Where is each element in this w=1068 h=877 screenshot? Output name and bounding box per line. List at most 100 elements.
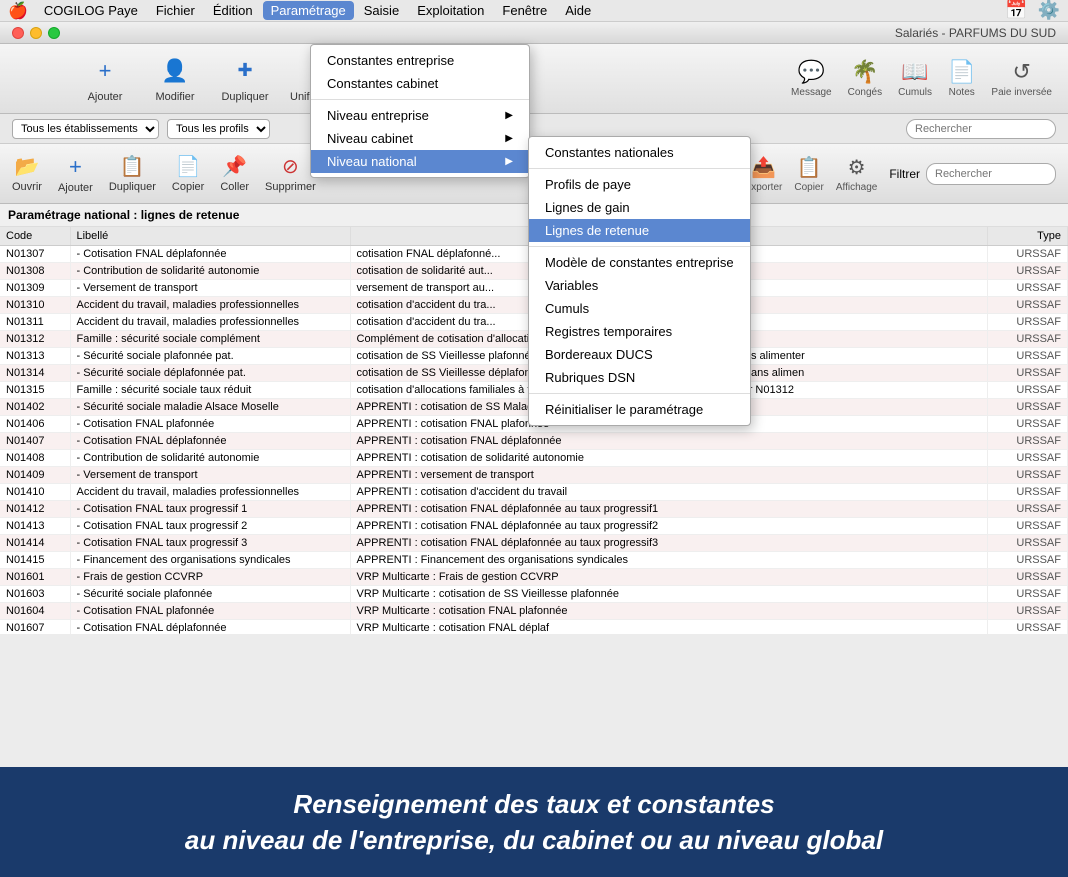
menubar-gear-icon: ⚙️ bbox=[1038, 0, 1060, 21]
lignes-retenue-item[interactable]: Lignes de retenue bbox=[529, 219, 750, 242]
cell-type: URSSAF bbox=[988, 280, 1068, 297]
add-label: Ajouter bbox=[88, 91, 123, 103]
registres-item[interactable]: Registres temporaires bbox=[529, 320, 750, 343]
bottom-banner: Renseignement des taux et constantes au … bbox=[0, 767, 1068, 877]
cell-code: N01310 bbox=[0, 297, 70, 314]
bordereaux-item[interactable]: Bordereaux DUCS bbox=[529, 343, 750, 366]
minimize-button[interactable] bbox=[30, 27, 42, 39]
table-row[interactable]: N01408 - Contribution de solidarité auto… bbox=[0, 450, 1068, 467]
cell-desc: APPRENTI : cotisation FNAL déplafonnée a… bbox=[350, 535, 988, 552]
menubar-aide[interactable]: Aide bbox=[557, 1, 599, 20]
lignes-gain-item[interactable]: Lignes de gain bbox=[529, 196, 750, 219]
cell-type: URSSAF bbox=[988, 603, 1068, 620]
notes-button[interactable]: 📄 Notes bbox=[948, 59, 975, 98]
cell-type: URSSAF bbox=[988, 297, 1068, 314]
close-button[interactable] bbox=[12, 27, 24, 39]
paie-inversee-button[interactable]: ↺ Paie inversée bbox=[991, 59, 1052, 98]
modify-label: Modifier bbox=[155, 91, 194, 103]
cell-code: N01406 bbox=[0, 416, 70, 433]
modele-constantes-item[interactable]: Modèle de constantes entreprise bbox=[529, 251, 750, 274]
table-row[interactable]: N01607 - Cotisation FNAL déplafonnée VRP… bbox=[0, 620, 1068, 635]
cell-code: N01407 bbox=[0, 433, 70, 450]
establishments-select[interactable]: Tous les établissements bbox=[12, 119, 159, 139]
cell-code: N01415 bbox=[0, 552, 70, 569]
rubriques-dsn-item[interactable]: Rubriques DSN bbox=[529, 366, 750, 389]
menubar-fenetre[interactable]: Fenêtre bbox=[494, 1, 555, 20]
top-toolbar: + Ajouter 👤 Modifier ✚ Dupliquer → Unifo… bbox=[0, 44, 1068, 114]
display-button[interactable]: ⚙ Affichage bbox=[836, 155, 878, 193]
cumuls-button[interactable]: 📖 Cumuls bbox=[898, 59, 932, 98]
cell-desc: APPRENTI : versement de transport bbox=[350, 467, 988, 484]
cell-code: N01604 bbox=[0, 603, 70, 620]
paie-label: Paie inversée bbox=[991, 87, 1052, 98]
search-input[interactable] bbox=[906, 119, 1056, 139]
copy-button[interactable]: 📄 Copier bbox=[172, 154, 204, 193]
niveau-entreprise-item[interactable]: Niveau entreprise ▶ bbox=[311, 104, 529, 127]
cell-desc: APPRENTI : Financement des organisations… bbox=[350, 552, 988, 569]
constantes-cabinet-item[interactable]: Constantes cabinet bbox=[311, 72, 529, 95]
cell-code: N01311 bbox=[0, 314, 70, 331]
conges-button[interactable]: 🌴 Congés bbox=[848, 59, 882, 98]
toolbar-duplicate-button[interactable]: ✚ Dupliquer bbox=[220, 55, 270, 103]
niveau-cabinet-item[interactable]: Niveau cabinet ▶ bbox=[311, 127, 529, 150]
constantes-nationales-item[interactable]: Constantes nationales bbox=[529, 141, 750, 164]
table-row[interactable]: N01413 - Cotisation FNAL taux progressif… bbox=[0, 518, 1068, 535]
sub-add-button[interactable]: + Ajouter bbox=[58, 154, 93, 194]
reinitialiser-item[interactable]: Réinitialiser le paramétrage bbox=[529, 398, 750, 421]
sub-duplicate-icon: 📋 bbox=[120, 154, 145, 179]
notes-icon: 📄 bbox=[948, 59, 975, 85]
banner-text: Renseignement des taux et constantes au … bbox=[185, 786, 883, 859]
cell-code: N01309 bbox=[0, 280, 70, 297]
menubar-saisie[interactable]: Saisie bbox=[356, 1, 407, 20]
profiles-select[interactable]: Tous les profils bbox=[167, 119, 270, 139]
message-button[interactable]: 💬 Message bbox=[791, 59, 832, 98]
table-row[interactable]: N01604 - Cotisation FNAL plafonnée VRP M… bbox=[0, 603, 1068, 620]
constantes-entreprise-item[interactable]: Constantes entreprise bbox=[311, 49, 529, 72]
copy2-button[interactable]: 📋 Copier bbox=[794, 155, 823, 193]
filter-section: Filtrer bbox=[889, 163, 1056, 185]
toolbar-add-button[interactable]: + Ajouter bbox=[80, 55, 130, 103]
table-row[interactable]: N01412 - Cotisation FNAL taux progressif… bbox=[0, 501, 1068, 518]
cell-type: URSSAF bbox=[988, 620, 1068, 635]
add-icon: + bbox=[89, 55, 121, 87]
cell-label: - Contribution de solidarité autonomie bbox=[70, 263, 350, 280]
profils-paye-item[interactable]: Profils de paye bbox=[529, 173, 750, 196]
toolbar-modify-button[interactable]: 👤 Modifier bbox=[150, 55, 200, 103]
variables-item[interactable]: Variables bbox=[529, 274, 750, 297]
sub-delete-button[interactable]: ⊘ Supprimer bbox=[265, 154, 316, 193]
right-toolbar: 💬 Message 🌴 Congés 📖 Cumuls 📄 Notes ↺ Pa… bbox=[791, 59, 1052, 98]
paste-button[interactable]: 📌 Coller bbox=[220, 154, 249, 193]
duplicate-label: Dupliquer bbox=[221, 91, 268, 103]
cell-desc: APPRENTI : cotisation FNAL déplafonnée a… bbox=[350, 501, 988, 518]
sub-delete-icon: ⊘ bbox=[282, 154, 299, 179]
table-row[interactable]: N01407 - Cotisation FNAL déplafonnée APP… bbox=[0, 433, 1068, 450]
cumuls-item[interactable]: Cumuls bbox=[529, 297, 750, 320]
table-row[interactable]: N01410 Accident du travail, maladies pro… bbox=[0, 484, 1068, 501]
menubar-exploitation[interactable]: Exploitation bbox=[409, 1, 492, 20]
table-row[interactable]: N01415 - Financement des organisations s… bbox=[0, 552, 1068, 569]
sub-duplicate-button[interactable]: 📋 Dupliquer bbox=[109, 154, 156, 193]
niveau-national-item[interactable]: Niveau national ▶ bbox=[311, 150, 529, 173]
table-row[interactable]: N01603 - Sécurité sociale plafonnée VRP … bbox=[0, 586, 1068, 603]
conges-label: Congés bbox=[848, 87, 882, 98]
apple-menu[interactable]: 🍎 bbox=[8, 1, 28, 21]
menubar-cogilog[interactable]: COGILOG Paye bbox=[36, 1, 146, 20]
sub-add-icon: + bbox=[69, 154, 82, 180]
cell-label: - Sécurité sociale plafonnée pat. bbox=[70, 348, 350, 365]
cell-label: - Cotisation FNAL taux progressif 3 bbox=[70, 535, 350, 552]
filtrer-input[interactable] bbox=[926, 163, 1056, 185]
zoom-button[interactable] bbox=[48, 27, 60, 39]
menubar-fichier[interactable]: Fichier bbox=[148, 1, 203, 20]
menubar-calendar-icon: 📅 bbox=[1005, 0, 1027, 21]
table-row[interactable]: N01414 - Cotisation FNAL taux progressif… bbox=[0, 535, 1068, 552]
cell-type: URSSAF bbox=[988, 348, 1068, 365]
cell-type: URSSAF bbox=[988, 535, 1068, 552]
copy-icon: 📄 bbox=[176, 154, 201, 179]
sub-duplicate-label: Dupliquer bbox=[109, 181, 156, 193]
menubar-edition[interactable]: Édition bbox=[205, 1, 261, 20]
menubar-parametrage[interactable]: Paramétrage bbox=[263, 1, 354, 20]
table-row[interactable]: N01409 - Versement de transport APPRENTI… bbox=[0, 467, 1068, 484]
open-button[interactable]: 📂 Ouvrir bbox=[12, 154, 42, 193]
table-row[interactable]: N01601 - Frais de gestion CCVRP VRP Mult… bbox=[0, 569, 1068, 586]
banner-line2: au niveau de l'entreprise, du cabinet ou… bbox=[185, 822, 883, 858]
